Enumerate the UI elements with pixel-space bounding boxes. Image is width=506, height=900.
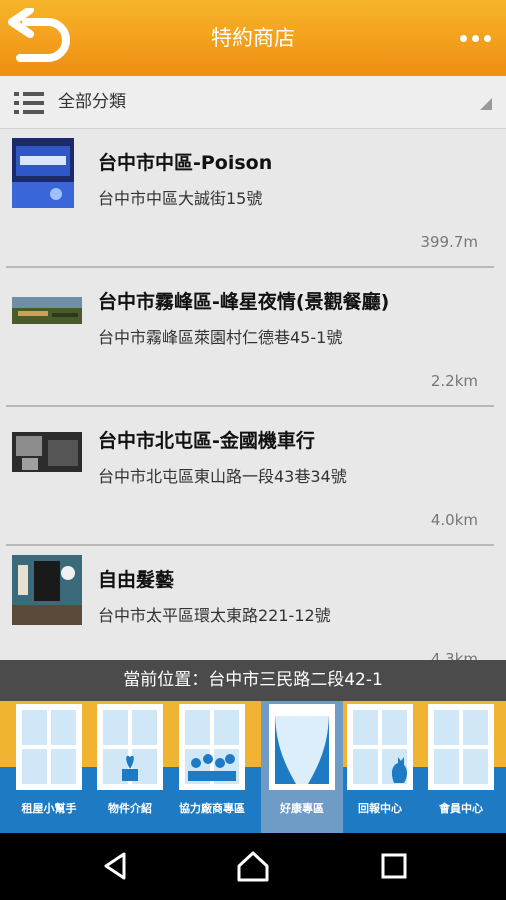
store-distance: 2.2km: [430, 372, 478, 390]
current-location-bar: 當前位置：台中市三民路二段42-1: [0, 660, 506, 701]
store-row[interactable]: 自由髮藝 台中市太平區環太東路221-12號 4.3km: [0, 546, 506, 660]
window-icon: [428, 704, 494, 790]
store-name: 台中市中區-Poison: [98, 152, 273, 174]
system-navigation-bar: [0, 833, 506, 900]
page-title: 特約商店: [211, 26, 295, 50]
store-address: 台中市太平區環太東路221-12號: [98, 606, 331, 625]
store-thumbnail: [12, 432, 82, 472]
tab-label: 會員中心: [439, 802, 483, 815]
nav-recents-icon[interactable]: [374, 846, 414, 886]
app-header: 特約商店: [0, 0, 506, 76]
tab-member-center[interactable]: 會員中心: [420, 701, 502, 833]
tab-label: 協力廠商專區: [179, 802, 245, 815]
store-address: 台中市中區大誠街15號: [98, 189, 263, 208]
tab-rental-helper[interactable]: 租屋小幫手: [8, 701, 90, 833]
store-row[interactable]: 台中市北屯區-金國機車行 台中市北屯區東山路一段43巷34號 4.0km: [0, 407, 506, 546]
store-distance: 4.3km: [430, 650, 478, 660]
store-distance: 399.7m: [420, 233, 478, 251]
tab-label: 回報中心: [358, 802, 402, 815]
store-name: 台中市霧峰區-峰星夜情(景觀餐廳): [98, 291, 390, 313]
store-thumbnail: [12, 297, 82, 324]
store-list[interactable]: 台中市中區-Poison 台中市中區大誠街15號 399.7m 台中市霧峰區-峰…: [0, 129, 506, 660]
tab-label: 租屋小幫手: [21, 802, 77, 815]
store-distance: 4.0km: [430, 511, 478, 529]
store-address: 台中市霧峰區萊園村仁德巷45-1號: [98, 328, 343, 347]
store-thumbnail: [12, 555, 82, 625]
nav-home-icon[interactable]: [233, 846, 273, 886]
window-flowers-icon: [179, 704, 245, 790]
store-thumbnail: [12, 138, 74, 208]
tab-report-center[interactable]: 回報中心: [339, 701, 421, 833]
tab-partner-vendors[interactable]: 協力廠商專區: [171, 701, 253, 833]
tab-property-intro[interactable]: 物件介紹: [89, 701, 171, 833]
window-plant-icon: [97, 704, 163, 790]
window-curtain-icon: [269, 704, 335, 790]
store-row[interactable]: 台中市霧峰區-峰星夜情(景觀餐廳) 台中市霧峰區萊園村仁德巷45-1號 2.2k…: [0, 268, 506, 407]
more-options-icon[interactable]: [458, 26, 494, 50]
category-filter[interactable]: 全部分類: [0, 76, 506, 129]
window-cat-icon: [347, 704, 413, 790]
tab-special-offers[interactable]: 好康專區: [261, 701, 343, 833]
nav-back-icon[interactable]: [96, 846, 136, 886]
store-name: 自由髮藝: [98, 569, 175, 591]
store-row[interactable]: 台中市中區-Poison 台中市中區大誠街15號 399.7m: [0, 129, 506, 268]
tab-label: 物件介紹: [108, 802, 152, 815]
category-label: 全部分類: [58, 92, 126, 112]
bottom-tab-bar: 租屋小幫手 物件介紹 協力廠商專區 好康專區 回報中心 會員中心: [0, 701, 506, 833]
dropdown-triangle-icon: [480, 98, 492, 110]
back-icon[interactable]: [6, 8, 72, 70]
window-icon: [16, 704, 82, 790]
list-icon: [14, 92, 44, 114]
store-address: 台中市北屯區東山路一段43巷34號: [98, 467, 347, 486]
store-name: 台中市北屯區-金國機車行: [98, 430, 315, 452]
tab-label: 好康專區: [280, 802, 324, 815]
